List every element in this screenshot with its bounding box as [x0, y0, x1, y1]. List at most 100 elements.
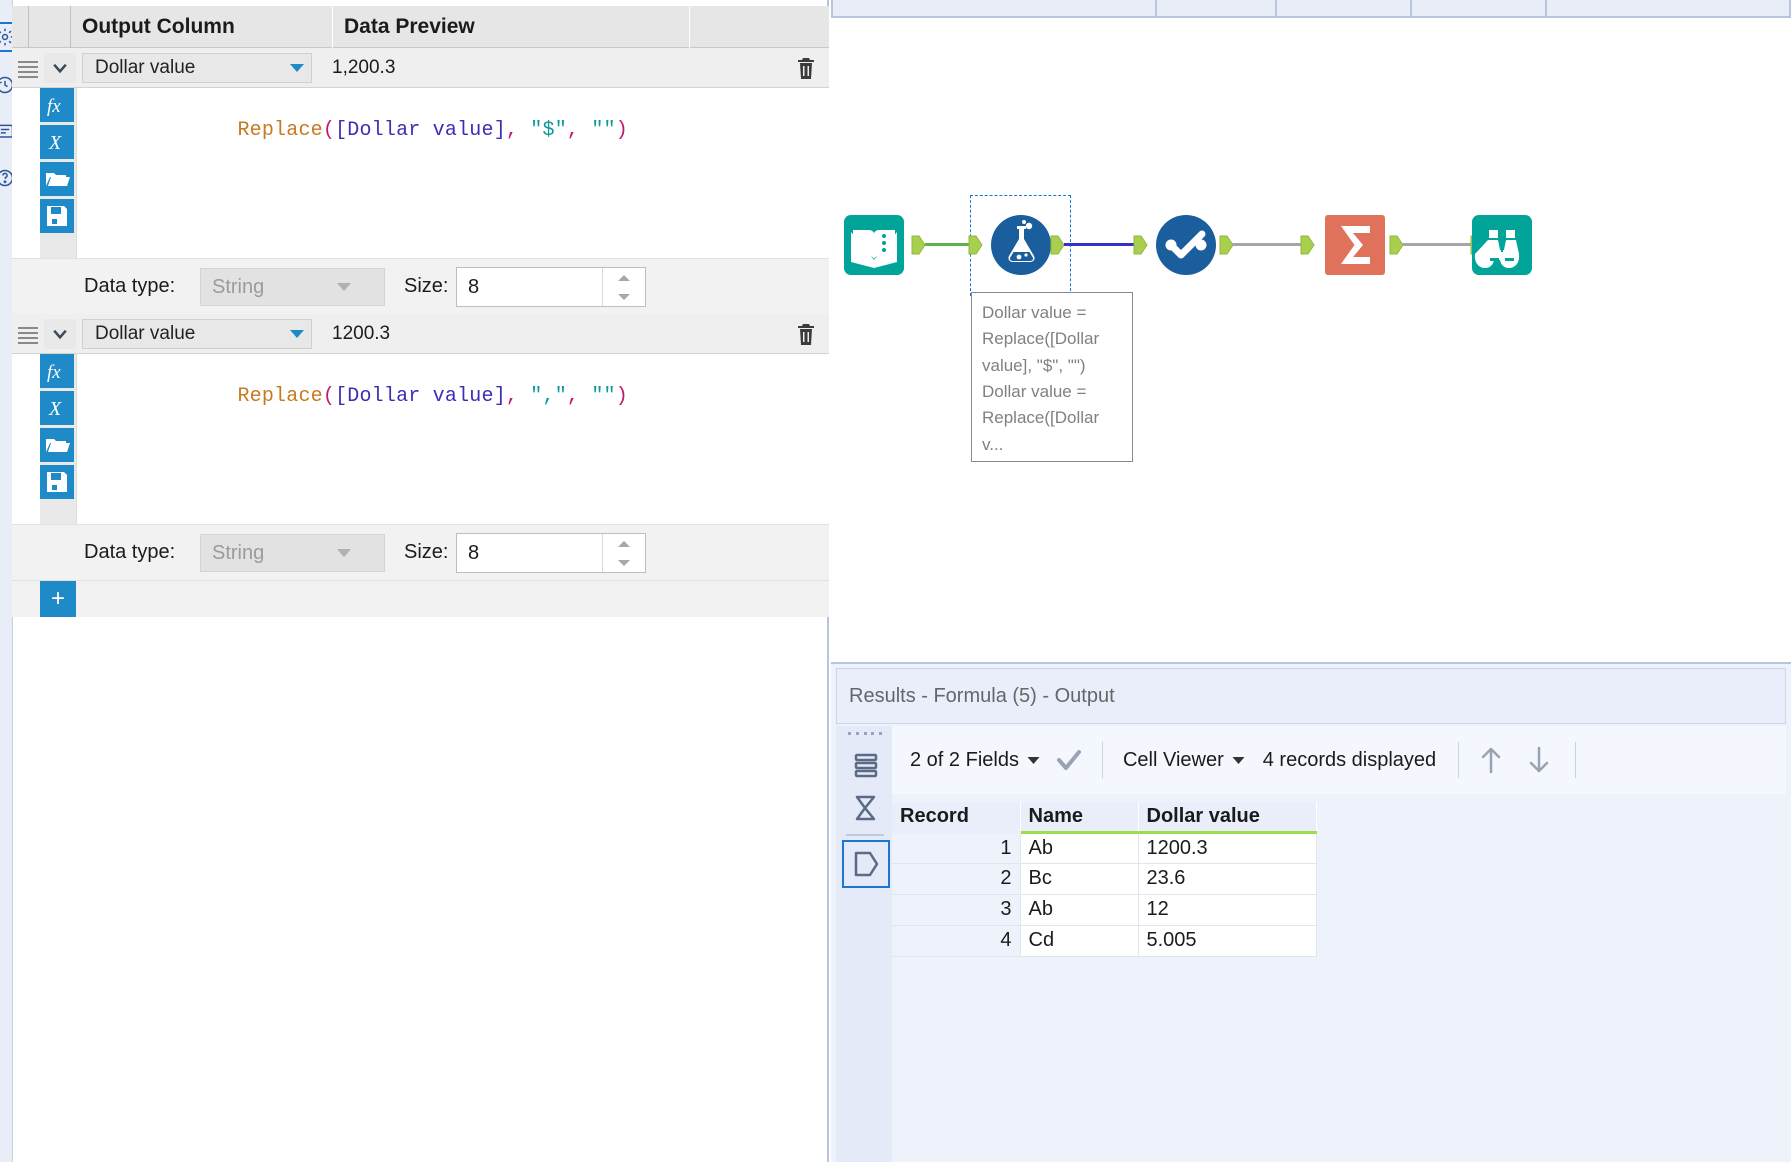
- collapse-chevron-icon-2[interactable]: [44, 319, 76, 349]
- data-type-value-2: String: [212, 541, 265, 564]
- folder-open-icon[interactable]: [40, 428, 74, 462]
- viewer-label: Cell Viewer: [1122, 748, 1224, 771]
- column-header-record[interactable]: Record: [892, 802, 1021, 834]
- chevron-down-icon: [1027, 756, 1040, 764]
- tooltip-line-6: v...: [982, 434, 1004, 454]
- size-value-1: 8: [468, 275, 480, 298]
- data-view-icon[interactable]: [846, 844, 886, 884]
- node-data-cleansing[interactable]: [1155, 214, 1217, 276]
- trash-icon[interactable]: [791, 320, 821, 350]
- data-type-select-2[interactable]: String: [200, 534, 385, 572]
- table-row[interactable]: 2 Bc 23.6: [892, 863, 1317, 895]
- cell-name-3: Ab: [1020, 894, 1139, 926]
- connection-summarize-to-browse[interactable]: [1402, 243, 1475, 246]
- table-row[interactable]: 1 Ab 1200.3: [892, 832, 1317, 864]
- trash-icon[interactable]: [791, 54, 821, 84]
- input-anchor-summarize[interactable]: [1300, 235, 1315, 255]
- workflow-diagram[interactable]: Dollar value = Replace([Dollar value], "…: [831, 18, 1791, 662]
- size-stepper-1[interactable]: [602, 268, 645, 306]
- stepper-down-icon[interactable]: [603, 553, 645, 572]
- fx-functions-icon[interactable]: fx: [40, 88, 74, 122]
- arrow-down-icon[interactable]: [1527, 744, 1551, 776]
- node-formula[interactable]: [990, 214, 1052, 276]
- table-row[interactable]: 4 Cd 5.005: [892, 925, 1317, 957]
- fx-functions-icon[interactable]: fx: [40, 354, 74, 388]
- column-header-name[interactable]: Name: [1020, 802, 1139, 834]
- stepper-down-icon[interactable]: [603, 287, 645, 306]
- add-formula-row: +: [12, 580, 829, 617]
- input-anchor-cleansing[interactable]: [1133, 235, 1148, 255]
- node-browse[interactable]: [1471, 214, 1533, 276]
- stepper-up-icon[interactable]: [603, 268, 645, 287]
- formula-row-block-2: Dollar value 1200.3 fx X Replace([Dollar…: [12, 314, 829, 581]
- fields-label: 2 of 2 Fields: [910, 748, 1019, 771]
- column-header-output-column: Output Column: [82, 15, 235, 38]
- formula-row-header-1: Dollar value 1,200.3: [12, 48, 829, 88]
- formula-tool-icons-2: fx X: [40, 354, 76, 524]
- table-header-row: Record Name Dollar value: [892, 802, 1317, 834]
- svg-text:fx: fx: [47, 96, 61, 117]
- output-column-value-1: Dollar value: [95, 57, 196, 78]
- records-view-icon[interactable]: [846, 744, 886, 784]
- results-sidebar: [836, 726, 892, 1162]
- connection-cleansing-to-summarize[interactable]: [1232, 243, 1305, 246]
- results-title: Results - Formula (5) - Output: [849, 684, 1115, 707]
- output-column-value-2: Dollar value: [95, 323, 196, 344]
- expression-text-1: Replace([Dollar value], "$", ""): [237, 119, 628, 142]
- x-variables-icon[interactable]: X: [40, 125, 74, 159]
- alteryx-designer-window: Output Column Data Preview Dollar value: [0, 0, 1791, 1162]
- svg-text:fx: fx: [47, 362, 61, 383]
- node-input-data[interactable]: [843, 214, 905, 276]
- size-stepper-2[interactable]: [602, 534, 645, 572]
- workflow-canvas-area: Dollar value = Replace([Dollar value], "…: [831, 0, 1791, 662]
- input-anchor-formula[interactable]: [968, 235, 983, 255]
- size-input-2[interactable]: 8: [456, 533, 646, 573]
- fields-selector[interactable]: 2 of 2 Fields: [910, 749, 1040, 772]
- cell-name-4: Cd: [1020, 925, 1139, 957]
- stepper-up-icon[interactable]: [603, 534, 645, 553]
- collapse-chevron-icon-1[interactable]: [44, 53, 76, 83]
- data-type-row-2: Data type: String Size: 8: [12, 524, 829, 581]
- results-toolbar: 2 of 2 Fields Cell Viewer 4 records disp…: [892, 726, 1786, 794]
- chevron-down-icon: [283, 63, 311, 73]
- expression-editor-1[interactable]: Replace([Dollar value], "$", ""): [76, 88, 829, 258]
- cell-record-1: 1: [892, 832, 1021, 864]
- node-summarize[interactable]: [1324, 214, 1386, 276]
- output-column-select-1[interactable]: Dollar value: [82, 53, 312, 83]
- cell-record-4: 4: [892, 925, 1021, 957]
- connection-formula-to-cleansing[interactable]: [1064, 243, 1138, 246]
- cell-name-1: Ab: [1020, 832, 1139, 864]
- viewer-selector[interactable]: Cell Viewer: [1123, 749, 1245, 772]
- connection-input-to-formula[interactable]: [925, 243, 971, 246]
- add-formula-button[interactable]: +: [40, 581, 76, 617]
- tooltip-line-3: value], "$", ""): [982, 355, 1086, 375]
- toolbar-separator-1: [1101, 742, 1103, 778]
- save-icon[interactable]: [40, 465, 74, 499]
- output-anchor-input-data[interactable]: [911, 235, 926, 255]
- cell-record-2: 2: [892, 863, 1021, 895]
- x-variables-icon[interactable]: X: [40, 391, 74, 425]
- tooltip-line-2: Replace([Dollar: [982, 329, 1100, 349]
- table-row[interactable]: 3 Ab 12: [892, 894, 1317, 926]
- sidebar-grip-icon[interactable]: [848, 732, 882, 740]
- folder-open-icon[interactable]: [40, 162, 74, 196]
- records-displayed-label: 4 records displayed: [1262, 748, 1437, 771]
- data-type-select-1[interactable]: String: [200, 268, 385, 306]
- results-data-table[interactable]: Record Name Dollar value 1 Ab 1200.3 2 B…: [892, 802, 1317, 957]
- arrow-up-icon[interactable]: [1479, 744, 1503, 776]
- cell-dollar-value-1: 1200.3: [1138, 832, 1317, 864]
- drag-handle-icon[interactable]: [18, 324, 38, 344]
- chevron-down-icon: [293, 282, 385, 292]
- output-column-select-2[interactable]: Dollar value: [82, 319, 312, 349]
- output-anchor-formula[interactable]: [1050, 235, 1065, 255]
- column-header-dollar-value[interactable]: Dollar value: [1138, 802, 1317, 834]
- save-icon[interactable]: [40, 199, 74, 233]
- check-icon[interactable]: [1056, 749, 1082, 771]
- drag-handle-icon[interactable]: [18, 58, 38, 78]
- expression-editor-2[interactable]: Replace([Dollar value], ",", ""): [76, 354, 829, 524]
- size-input-1[interactable]: 8: [456, 267, 646, 307]
- data-type-row-1: Data type: String Size: 8: [12, 258, 829, 315]
- data-type-value-1: String: [212, 275, 265, 298]
- profile-view-icon[interactable]: [846, 788, 886, 828]
- formula-tool-icons-1: fx X: [40, 88, 76, 258]
